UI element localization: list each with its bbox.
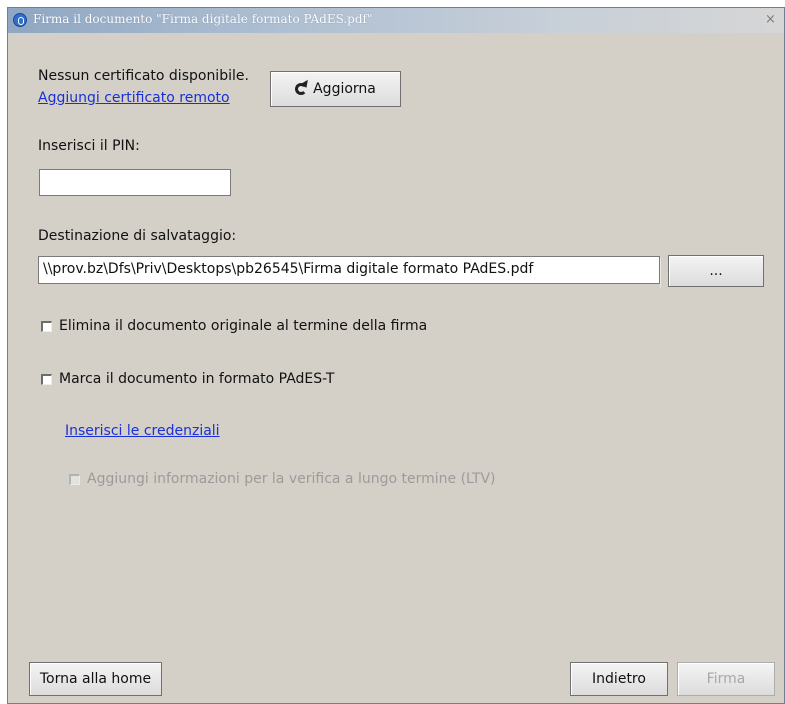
destination-path-field[interactable]: \\prov.bz\Dfs\Priv\Desktops\pb26545\Firm… [38,256,660,284]
refresh-icon [295,83,308,95]
add-remote-certificate-link[interactable]: Aggiungi certificato remoto [38,90,230,106]
sign-button: Firma [677,662,775,696]
refresh-button-label: Aggiorna [313,81,376,97]
browse-button[interactable]: ... [668,255,764,287]
field-separator [660,258,661,288]
enter-credentials-link[interactable]: Inserisci le credenziali [65,423,220,439]
refresh-button[interactable]: Aggiorna [270,71,401,107]
delete-original-checkbox[interactable] [41,321,52,332]
sign-document-dialog: Firma il documento "Firma digitale forma… [7,7,785,704]
pin-label: Inserisci il PIN: [38,138,140,154]
mark-pades-t-checkbox[interactable] [41,374,52,385]
app-icon [13,13,27,27]
pin-input[interactable] [39,169,231,196]
ltv-checkbox [69,474,80,485]
close-button[interactable]: × [763,13,778,27]
mark-pades-t-label: Marca il documento in formato PAdES-T [59,371,335,387]
back-to-home-button[interactable]: Torna alla home [29,662,162,696]
title-bar[interactable]: Firma il documento "Firma digitale forma… [8,8,784,33]
destination-label: Destinazione di salvataggio: [38,228,237,244]
ltv-label: Aggiungi informazioni per la verifica a … [87,471,496,487]
no-certificate-label: Nessun certificato disponibile. [38,68,249,84]
delete-original-label: Elimina il documento originale al termin… [59,318,428,334]
back-button[interactable]: Indietro [570,662,668,696]
window-title: Firma il documento "Firma digitale forma… [33,12,373,26]
